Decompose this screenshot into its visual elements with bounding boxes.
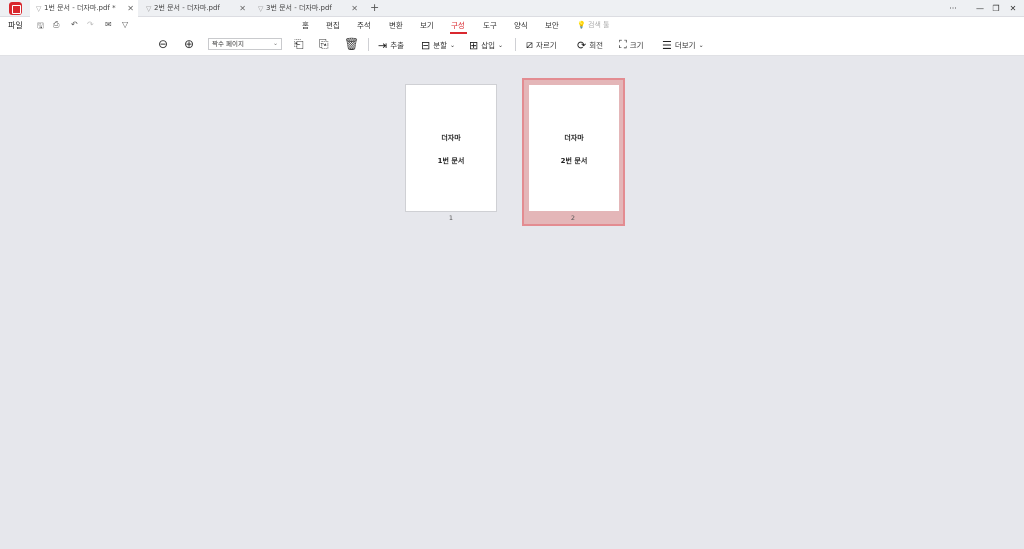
app-logo-icon (9, 2, 22, 15)
page-text-line1: 더자마 (564, 134, 584, 142)
delete-icon[interactable]: 🗑 (344, 37, 359, 51)
restore-button[interactable]: ❐ (989, 0, 1003, 17)
zoom-out-icon[interactable]: ⊖ (158, 37, 168, 51)
chevron-down-icon: ⌄ (498, 41, 504, 49)
page-filter-select[interactable]: 짝수 페이지 ⌄ (208, 38, 282, 50)
new-tab-button[interactable]: + (370, 0, 379, 15)
tab-label: 3번 문서 - 더자마.pdf (266, 4, 332, 12)
insert-right-icon[interactable]: ⎘ (319, 37, 329, 51)
tab-label: 1번 문서 - 더자마.pdf * (44, 4, 116, 12)
mail-icon[interactable]: ✉ (105, 20, 112, 29)
more-label: 더보기 (674, 40, 696, 50)
dropdown-icon[interactable]: ▽ (122, 20, 128, 29)
crop-label: 자르기 (536, 40, 557, 50)
title-tab-bar: ▽ 1번 문서 - 더자마.pdf * ✕ ▽ 2번 문서 - 더자마.pdf … (0, 0, 1024, 17)
insert-label: 삽입 (481, 40, 496, 50)
print-icon[interactable]: ⎙ (53, 20, 59, 30)
close-icon[interactable]: ✕ (351, 0, 358, 17)
tab-document-2[interactable]: ▽ 2번 문서 - 더자마.pdf ✕ (140, 0, 250, 17)
tab-home[interactable]: 홈 (302, 20, 309, 31)
zoom-in-icon[interactable]: ⊕ (184, 37, 194, 51)
page-number: 1 (448, 214, 454, 222)
rotate-button[interactable]: ⟳ 회전 (577, 37, 603, 53)
size-label: 크기 (629, 40, 644, 50)
file-menu[interactable]: 파일 (8, 20, 23, 31)
extract-button[interactable]: ⇥ 추출 (378, 37, 404, 53)
tab-dropdown-icon[interactable]: ▽ (146, 1, 151, 18)
page-thumbnail-1[interactable]: 더자마 1번 문서 (405, 84, 497, 212)
menu-row: 파일 🖫 ⎙ ↶ ↷ ✉ ▽ 홈 편집 주석 변환 보기 구성 도구 양식 보안… (0, 17, 1024, 34)
insert-icon: ⊞ (469, 38, 479, 52)
tab-edit[interactable]: 편집 (326, 20, 340, 31)
chevron-down-icon: ⌄ (698, 41, 704, 49)
chevron-down-icon: ⌄ (450, 41, 456, 49)
close-icon[interactable]: ✕ (127, 0, 134, 17)
tab-security[interactable]: 보안 (545, 20, 559, 31)
crop-icon: ⧄ (526, 38, 533, 51)
page-thumbnail-2[interactable]: 더자마 2번 문서 (528, 84, 620, 212)
page-text-line2: 1번 문서 (437, 157, 465, 165)
extract-label: 추출 (390, 40, 405, 50)
more-options-icon[interactable]: ··· (946, 0, 960, 17)
lightbulb-icon: 💡 (577, 21, 586, 29)
save-icon[interactable]: 🖫 (37, 20, 44, 34)
tab-forms[interactable]: 양식 (514, 20, 528, 31)
redo-icon[interactable]: ↷ (87, 20, 94, 29)
tab-organize[interactable]: 구성 (451, 20, 465, 31)
toolbar-divider (368, 38, 369, 51)
tab-convert[interactable]: 변환 (389, 20, 403, 31)
tab-document-3[interactable]: ▽ 3번 문서 - 더자마.pdf ✕ (252, 0, 362, 17)
tab-annotate[interactable]: 주석 (357, 20, 371, 31)
split-button[interactable]: ⊟ 분할 ⌄ (421, 37, 455, 53)
organize-toolbar: ⊖ ⊕ ⎗ ⎘ 🗑 ⇥ 추출 ⊟ 분할 ⌄ ⊞ 삽입 ⌄ ⧄ 자르기 ⟳ 회전 … (0, 34, 1024, 56)
crop-button[interactable]: ⧄ 자르기 (526, 37, 557, 53)
size-icon: ⛶ (619, 38, 627, 51)
more-button[interactable]: ☰ 더보기 ⌄ (662, 37, 704, 53)
close-window-button[interactable]: ✕ (1006, 0, 1020, 17)
undo-icon[interactable]: ↶ (71, 20, 78, 29)
minimize-button[interactable]: — (973, 0, 987, 17)
split-icon: ⊟ (421, 38, 431, 52)
tab-tools[interactable]: 도구 (483, 20, 497, 31)
tab-label: 2번 문서 - 더자마.pdf (154, 4, 220, 12)
toolbar-divider (515, 38, 516, 51)
chevron-down-icon: ⌄ (272, 40, 278, 47)
extract-icon: ⇥ (378, 38, 388, 52)
split-label: 분할 (433, 40, 448, 50)
rotate-icon: ⟳ (577, 38, 587, 52)
page-number: 2 (570, 214, 576, 222)
size-button[interactable]: ⛶ 크기 (619, 37, 644, 53)
tab-view[interactable]: 보기 (420, 20, 434, 31)
page-text-line2: 2번 문서 (560, 157, 588, 165)
insert-button[interactable]: ⊞ 삽입 ⌄ (469, 37, 503, 53)
page-text-line1: 더자마 (441, 134, 461, 142)
tab-dropdown-icon[interactable]: ▽ (258, 1, 263, 18)
tab-dropdown-icon[interactable]: ▽ (36, 1, 41, 18)
search-tools[interactable]: 💡 검색 툴 (577, 20, 610, 30)
insert-left-icon[interactable]: ⎗ (294, 37, 304, 51)
page-filter-value: 짝수 페이지 (212, 40, 244, 48)
page-thumbnail-workspace (0, 56, 1024, 549)
rotate-label: 회전 (589, 40, 604, 50)
close-icon[interactable]: ✕ (239, 0, 246, 17)
tab-document-1[interactable]: ▽ 1번 문서 - 더자마.pdf * ✕ (30, 0, 138, 17)
search-hint-text: 검색 툴 (587, 21, 610, 29)
more-list-icon: ☰ (662, 38, 672, 52)
